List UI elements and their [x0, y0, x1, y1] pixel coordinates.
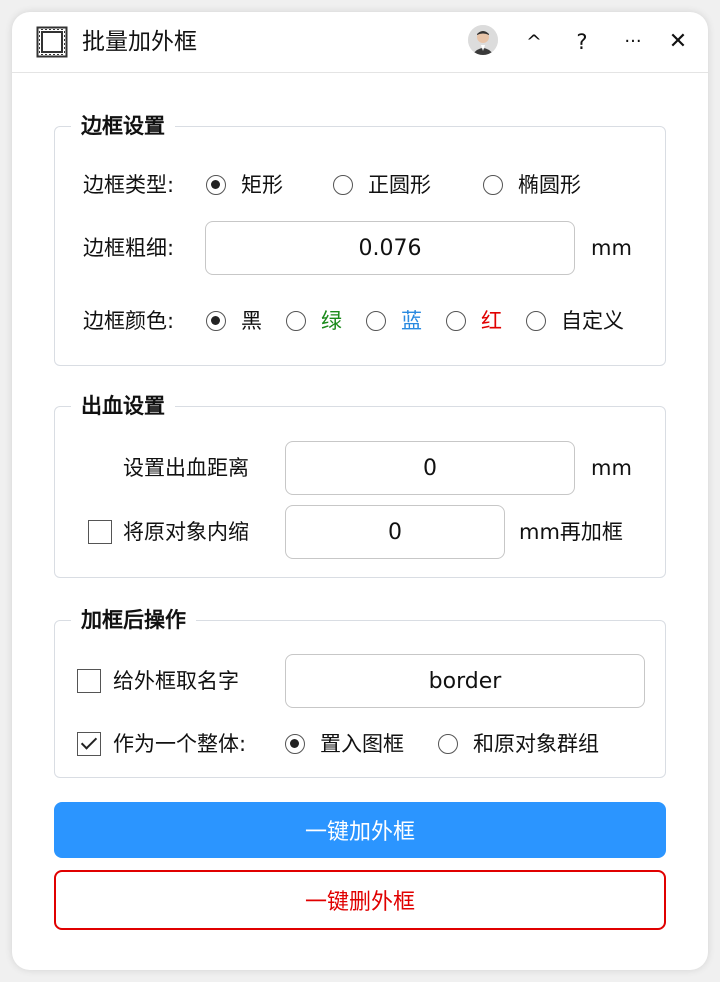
group-with-original-label[interactable]: 和原对象群组	[473, 729, 599, 759]
border-type-rectangle-label[interactable]: 矩形	[241, 170, 283, 200]
as-whole-label[interactable]: 作为一个整体:	[113, 729, 246, 759]
collapse-button[interactable]: ^	[522, 26, 546, 58]
border-type-label: 边框类型:	[83, 173, 175, 197]
border-settings-group: 边框设置 边框类型: 矩形 正圆形 椭圆形 边框粗细: 0.076 mm 边框颜…	[54, 111, 666, 366]
border-type-ellipse-radio[interactable]	[483, 175, 503, 195]
name-border-checkbox[interactable]	[77, 669, 101, 693]
border-thickness-label: 边框粗细:	[83, 236, 175, 260]
color-green-radio[interactable]	[286, 311, 306, 331]
place-in-frame-radio[interactable]	[285, 734, 305, 754]
border-thickness-unit: mm	[591, 236, 632, 260]
close-button[interactable]: ✕	[666, 26, 690, 58]
border-type-ellipse-label[interactable]: 椭圆形	[518, 170, 581, 200]
color-blue-radio[interactable]	[366, 311, 386, 331]
color-green-label[interactable]: 绿	[321, 306, 342, 336]
color-black-radio[interactable]	[206, 311, 226, 331]
post-actions-title: 加框后操作	[71, 605, 196, 635]
bleed-distance-label: 设置出血距离	[123, 456, 249, 480]
shrink-unit: mm再加框	[519, 520, 623, 544]
color-custom-radio[interactable]	[526, 311, 546, 331]
window-title: 批量加外框	[82, 29, 197, 55]
border-name-input[interactable]: border	[285, 654, 645, 708]
color-blue-label[interactable]: 蓝	[401, 306, 422, 336]
name-border-label[interactable]: 给外框取名字	[113, 666, 239, 696]
color-red-radio[interactable]	[446, 311, 466, 331]
title-bar: 批量加外框 ^ ? ··· ✕	[12, 12, 708, 73]
dialog-window: 批量加外框 ^ ? ··· ✕ 边框设置 边框类型: 矩形 正圆形 椭圆形 边框…	[12, 12, 708, 970]
border-type-circle-label[interactable]: 正圆形	[368, 170, 431, 200]
border-settings-title: 边框设置	[71, 111, 175, 141]
more-button[interactable]: ···	[618, 26, 648, 58]
place-in-frame-label[interactable]: 置入图框	[320, 729, 404, 759]
as-whole-checkbox[interactable]	[77, 732, 101, 756]
shrink-label[interactable]: 将原对象内缩	[123, 517, 249, 547]
help-button[interactable]: ?	[570, 26, 594, 58]
border-thickness-input[interactable]: 0.076	[205, 221, 575, 275]
delete-border-button[interactable]: 一键删外框	[54, 870, 666, 930]
frame-icon	[36, 26, 68, 58]
user-avatar[interactable]	[468, 25, 498, 55]
bleed-distance-unit: mm	[591, 456, 632, 480]
border-color-label: 边框颜色:	[83, 309, 175, 333]
bleed-settings-title: 出血设置	[71, 391, 175, 421]
shrink-checkbox[interactable]	[88, 520, 112, 544]
add-border-button[interactable]: 一键加外框	[54, 802, 666, 858]
color-black-label[interactable]: 黑	[241, 306, 262, 336]
color-red-label[interactable]: 红	[481, 306, 502, 336]
color-custom-label[interactable]: 自定义	[561, 306, 624, 336]
border-type-circle-radio[interactable]	[333, 175, 353, 195]
bleed-settings-group: 出血设置 设置出血距离 0 mm 将原对象内缩 0 mm再加框	[54, 391, 666, 578]
shrink-input[interactable]: 0	[285, 505, 505, 559]
bleed-distance-input[interactable]: 0	[285, 441, 575, 495]
group-with-original-radio[interactable]	[438, 734, 458, 754]
post-actions-group: 加框后操作 给外框取名字 border 作为一个整体: 置入图框 和原对象群组	[54, 605, 666, 778]
user-icon	[468, 25, 498, 55]
border-type-rectangle-radio[interactable]	[206, 175, 226, 195]
